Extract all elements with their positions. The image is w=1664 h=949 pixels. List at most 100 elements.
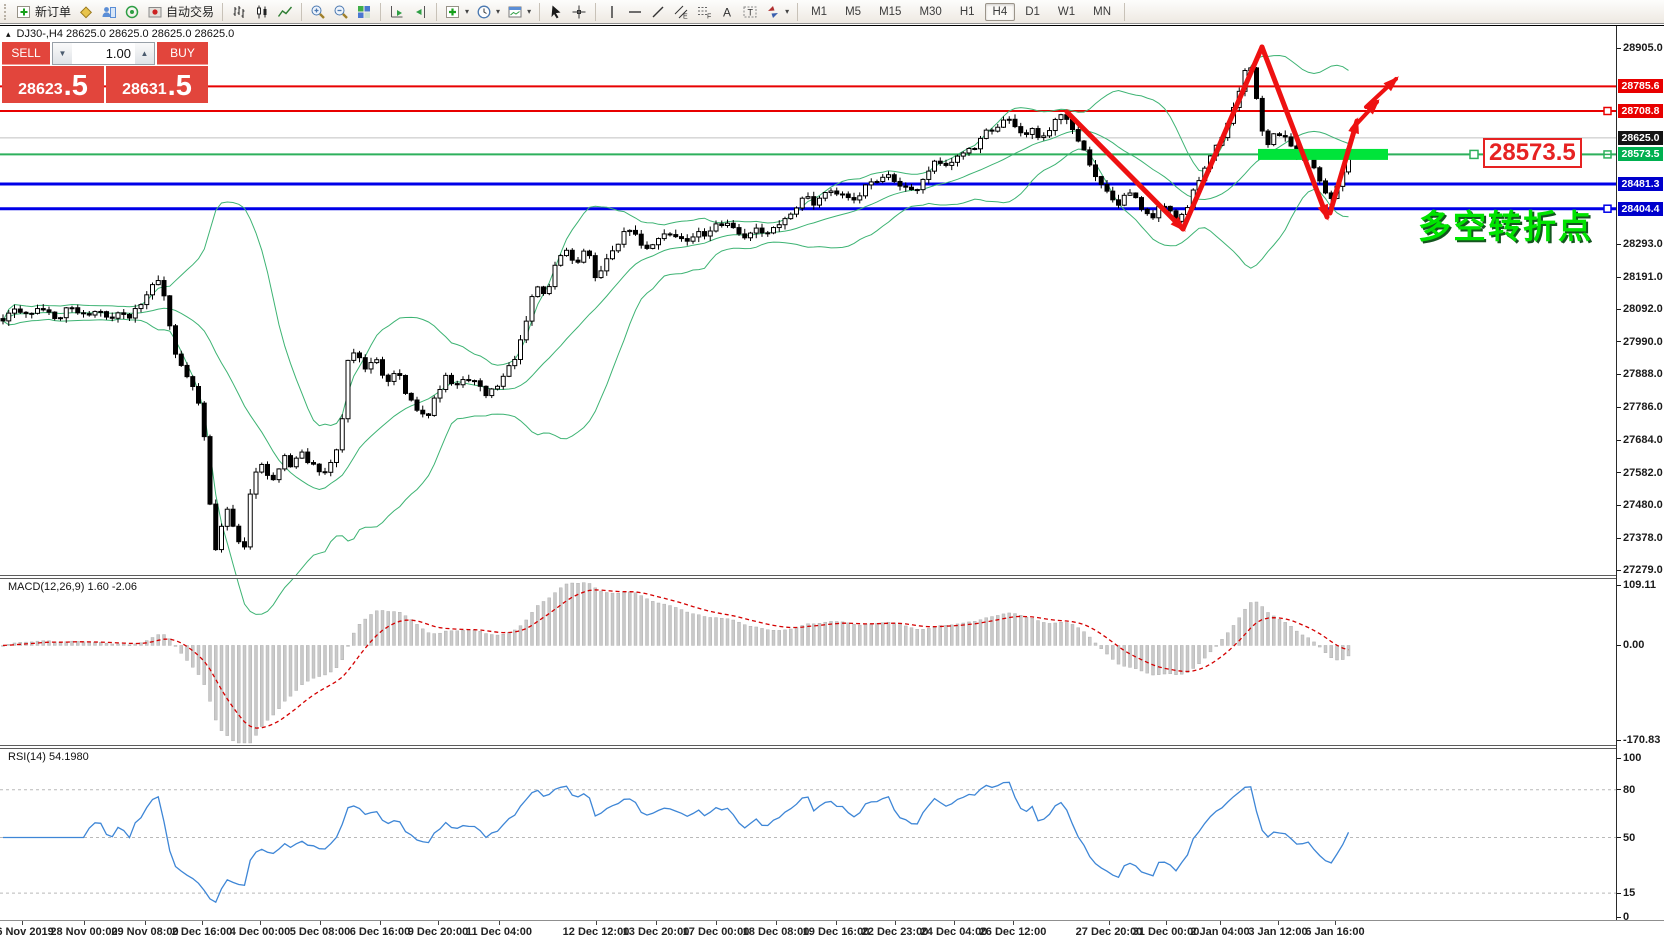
rsi-line xyxy=(3,782,1349,902)
time-axis-label: 4 Dec 00:00 xyxy=(230,926,291,938)
time-axis[interactable]: 26 Nov 201928 Nov 00:0029 Nov 08:002 Dec… xyxy=(0,920,1664,949)
auto-trading-button[interactable]: 自动交易 xyxy=(144,1,217,23)
indicators-icon xyxy=(445,4,461,20)
tab-timeframe-m1[interactable]: M1 xyxy=(803,3,835,21)
new-order-icon xyxy=(16,4,32,20)
price-axis-tick: 28092.0 xyxy=(1617,303,1663,315)
mt4-window: 新订单 自动交易 ▾ ▾ ▾ E F A T ▾ xyxy=(0,0,1664,948)
volume-up-button[interactable]: ▲ xyxy=(135,43,154,64)
buy-button[interactable]: BUY xyxy=(157,42,208,65)
crosshair-button[interactable] xyxy=(568,1,590,23)
price-axis-tick: 28293.0 xyxy=(1617,238,1663,250)
text-button[interactable]: A xyxy=(716,1,738,23)
auto-scroll-button[interactable] xyxy=(386,1,408,23)
time-axis-tick xyxy=(1220,921,1221,925)
vertical-line-icon xyxy=(604,4,620,20)
price-axis-tick: 27990.0 xyxy=(1617,336,1663,348)
price-callout[interactable]: 28573.5 xyxy=(1483,138,1582,168)
line-handle[interactable] xyxy=(1604,107,1611,114)
horizontal-line-button[interactable] xyxy=(624,1,646,23)
market-watch-button[interactable] xyxy=(75,1,97,23)
macd-panel-separator[interactable] xyxy=(0,575,1664,579)
line-handle[interactable] xyxy=(1604,205,1611,212)
time-axis-tick xyxy=(145,921,146,925)
price-axis-tick: 27582.0 xyxy=(1617,467,1663,479)
tab-timeframe-m5[interactable]: M5 xyxy=(837,3,869,21)
sell-price[interactable]: 28623 .5 xyxy=(2,66,104,103)
candlesticks xyxy=(1,67,1351,553)
time-axis-tick xyxy=(776,921,777,925)
tab-timeframe-w1[interactable]: W1 xyxy=(1050,3,1083,21)
periods-button[interactable]: ▾ xyxy=(473,1,503,23)
candlestick-chart-button[interactable] xyxy=(251,1,273,23)
navigator-button[interactable] xyxy=(121,1,143,23)
periods-clock-icon xyxy=(476,4,492,20)
templates-button[interactable]: ▾ xyxy=(504,1,534,23)
text-label-button[interactable]: T xyxy=(739,1,761,23)
tab-timeframe-h4[interactable]: H4 xyxy=(985,3,1016,21)
fibonacci-button[interactable]: F xyxy=(693,1,715,23)
line-chart-button[interactable] xyxy=(274,1,296,23)
tab-timeframe-d1[interactable]: D1 xyxy=(1017,3,1048,21)
volume-down-button[interactable]: ▼ xyxy=(53,43,72,64)
volume-input[interactable] xyxy=(72,43,135,64)
macd-axis-tick: 109.11 xyxy=(1617,579,1656,591)
toolbar: 新订单 自动交易 ▾ ▾ ▾ E F A T ▾ xyxy=(0,0,1664,24)
time-axis-tick xyxy=(320,921,321,925)
sell-price-dec: .5 xyxy=(64,72,88,101)
toolbar-grip[interactable] xyxy=(4,4,10,20)
trendline-icon xyxy=(650,4,666,20)
time-axis-label: 9 Dec 20:00 xyxy=(408,926,469,938)
arrows-tool-icon xyxy=(765,4,781,20)
text-icon: A xyxy=(719,4,735,20)
tab-timeframe-h1[interactable]: H1 xyxy=(952,3,983,21)
data-window-icon xyxy=(101,4,117,20)
price-axis-tick: 27684.0 xyxy=(1617,434,1663,446)
turning-point-label[interactable]: 多空转折点 xyxy=(1418,200,1593,248)
price-chart-canvas[interactable] xyxy=(0,0,1664,948)
tab-timeframe-m15[interactable]: M15 xyxy=(871,3,909,21)
equidistant-channel-button[interactable]: E xyxy=(670,1,692,23)
price-line-badge: 28785.6 xyxy=(1618,79,1663,93)
arrows-tool-button[interactable]: ▾ xyxy=(762,1,792,23)
timeframe-bar: M1M5M15M30H1H4D1W1MN xyxy=(803,3,1119,21)
zoom-out-icon xyxy=(333,4,349,20)
time-axis-tick xyxy=(22,921,23,925)
callout-node[interactable] xyxy=(1470,150,1478,158)
sell-button[interactable]: SELL xyxy=(2,42,50,65)
support-band[interactable] xyxy=(1258,149,1388,160)
navigator-icon xyxy=(124,4,140,20)
price-axis-tick: 27480.0 xyxy=(1617,499,1663,511)
time-axis-label: 26 Nov 2019 xyxy=(0,926,54,938)
indicators-caret-icon: ▾ xyxy=(465,7,469,16)
zoom-in-button[interactable] xyxy=(307,1,329,23)
time-axis-label: 2 Jan 04:00 xyxy=(1190,926,1249,938)
new-order-button[interactable]: 新订单 xyxy=(13,1,74,23)
time-axis-label: 5 Dec 08:00 xyxy=(290,926,351,938)
tab-timeframe-m30[interactable]: M30 xyxy=(911,3,949,21)
indicators-button[interactable]: ▾ xyxy=(442,1,472,23)
bollinger-lower-band xyxy=(3,149,1349,614)
rsi-axis-tick: 50 xyxy=(1617,832,1635,844)
bar-chart-button[interactable] xyxy=(228,1,250,23)
chart-shift-button[interactable] xyxy=(409,1,431,23)
time-axis-tick xyxy=(202,921,203,925)
time-axis-label: 6 Jan 16:00 xyxy=(1305,926,1364,938)
buy-price[interactable]: 28631 .5 xyxy=(106,66,208,103)
tab-timeframe-mn[interactable]: MN xyxy=(1085,3,1119,21)
trendline-button[interactable] xyxy=(647,1,669,23)
buy-price-int: 28631 xyxy=(122,79,167,101)
rsi-panel-separator[interactable] xyxy=(0,745,1664,749)
one-click-collapse-icon[interactable]: ▴ xyxy=(6,29,11,40)
vertical-line-button[interactable] xyxy=(601,1,623,23)
time-axis-tick xyxy=(438,921,439,925)
time-axis-tick xyxy=(1166,921,1167,925)
bar-chart-icon xyxy=(231,4,247,20)
tile-windows-button[interactable] xyxy=(353,1,375,23)
crosshair-icon xyxy=(571,4,587,20)
price-axis[interactable]: 28905.028293.028191.028092.027990.027888… xyxy=(1617,26,1664,920)
cursor-button[interactable] xyxy=(545,1,567,23)
zoom-out-button[interactable] xyxy=(330,1,352,23)
time-axis-label: 17 Dec 00:00 xyxy=(683,926,750,938)
data-window-button[interactable] xyxy=(98,1,120,23)
